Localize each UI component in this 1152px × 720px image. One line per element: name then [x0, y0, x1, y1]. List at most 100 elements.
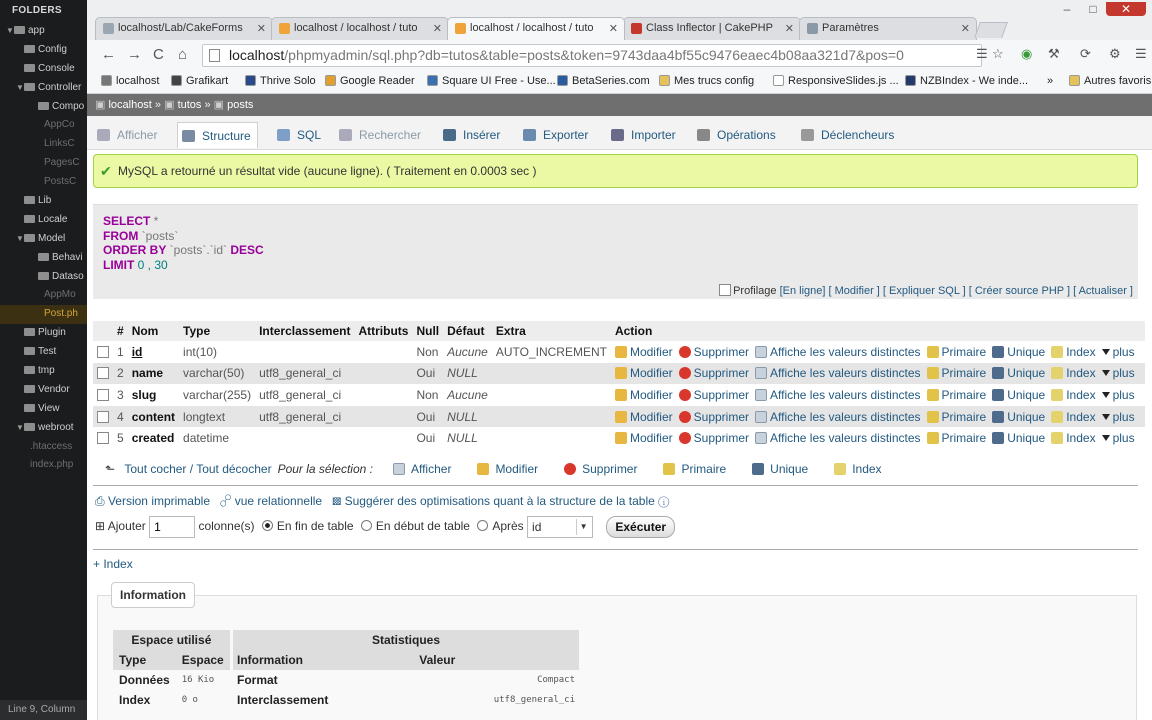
more-link[interactable]: plus — [1101, 410, 1135, 424]
tab-structure[interactable]: Structure — [177, 122, 258, 148]
unique-link[interactable]: Unique — [992, 366, 1045, 380]
inline-link[interactable]: [En ligne] — [780, 285, 826, 297]
bookmark-item[interactable]: Square UI Free - Use... — [427, 75, 556, 87]
after-radio[interactable] — [477, 520, 489, 532]
close-window-icon[interactable]: ✕ — [1106, 2, 1146, 16]
distinct-values-link[interactable]: Affiche les valeurs distinctes — [755, 410, 921, 424]
wrench-icon[interactable]: ⚒ — [1048, 46, 1060, 62]
after-column-select[interactable]: id ▼ — [527, 516, 594, 538]
bulk-primary-button[interactable]: Primaire — [663, 462, 732, 476]
tab-import[interactable]: Importer — [607, 122, 682, 148]
relational-view-link[interactable]: vue relationnelle — [235, 494, 322, 508]
unique-link[interactable]: Unique — [992, 345, 1045, 359]
index-link[interactable]: Index — [1051, 345, 1096, 359]
browser-tab[interactable]: localhost/Lab/CakeForms ✕ — [95, 17, 273, 40]
bulk-unique-button[interactable]: Unique — [752, 462, 814, 476]
primary-link[interactable]: Primaire — [926, 431, 986, 445]
modify-link[interactable]: Modifier — [614, 410, 673, 424]
star-icon[interactable]: ☆ — [992, 46, 1004, 62]
more-link[interactable]: plus — [1101, 388, 1135, 402]
maximize-icon[interactable]: □ — [1080, 2, 1106, 16]
delete-link[interactable]: Supprimer — [678, 410, 749, 424]
execute-button[interactable]: Exécuter — [606, 516, 676, 538]
sidebar-item[interactable]: ▼ app — [0, 22, 87, 41]
unique-link[interactable]: Unique — [992, 410, 1045, 424]
bookmark-item[interactable]: NZBIndex - We inde... — [905, 75, 1028, 87]
sidebar-item[interactable]: AppMo — [0, 286, 87, 305]
row-checkbox[interactable] — [97, 432, 109, 445]
tab-insert[interactable]: Insérer — [439, 122, 506, 148]
browser-tab[interactable]: Paramètres ✕ — [799, 17, 977, 40]
row-checkbox[interactable] — [97, 388, 109, 401]
delete-link[interactable]: Supprimer — [678, 345, 749, 359]
tab-triggers[interactable]: Déclencheurs — [797, 122, 900, 148]
bookmark-item[interactable]: ResponsiveSlides.js ... — [773, 75, 899, 87]
column-count-input[interactable] — [149, 516, 196, 538]
help-icon[interactable]: ⓘ — [658, 494, 669, 508]
reader-icon[interactable]: ☰ — [976, 46, 988, 62]
primary-link[interactable]: Primaire — [926, 388, 986, 402]
toggle-all-link[interactable]: Tout cocher / Tout décocher — [124, 462, 271, 476]
close-tab-icon[interactable]: ✕ — [433, 22, 442, 35]
bulk-browse-button[interactable]: Afficher — [392, 462, 457, 476]
close-tab-icon[interactable]: ✕ — [257, 22, 266, 35]
unique-link[interactable]: Unique — [992, 388, 1045, 402]
sidebar-item[interactable]: AppCo — [0, 116, 87, 135]
bulk-index-button[interactable]: Index — [834, 462, 887, 476]
profilage-checkbox[interactable] — [719, 284, 732, 296]
print-view-link[interactable]: Version imprimable — [108, 494, 210, 508]
back-icon[interactable]: ← — [101, 46, 116, 63]
index-link[interactable]: Index — [1051, 431, 1096, 445]
sidebar-item[interactable]: PagesC — [0, 154, 87, 173]
row-checkbox[interactable] — [97, 345, 109, 358]
distinct-values-link[interactable]: Affiche les valeurs distinctes — [755, 388, 921, 402]
sidebar-item[interactable]: ▶Compo — [0, 98, 87, 117]
create-php-link[interactable]: [ Créer source PHP ] — [969, 285, 1070, 297]
index-link[interactable]: Index — [1051, 388, 1096, 402]
distinct-values-link[interactable]: Affiche les valeurs distinctes — [755, 431, 921, 445]
sidebar-item[interactable]: ▶Test — [0, 343, 87, 362]
bookmark-item[interactable]: Mes trucs config — [659, 75, 754, 87]
start-of-table-radio[interactable] — [360, 520, 372, 532]
row-checkbox[interactable] — [97, 410, 109, 423]
sidebar-item[interactable]: ▶Plugin — [0, 324, 87, 343]
index-toggle-link[interactable]: + Index — [93, 557, 133, 571]
browser-tab[interactable]: Class Inflector | CakePHP ✕ — [623, 17, 801, 40]
sidebar-item[interactable]: Post.ph — [0, 305, 87, 325]
index-link[interactable]: Index — [1051, 410, 1096, 424]
end-of-table-radio[interactable] — [261, 520, 273, 532]
sidebar-item[interactable]: ▶tmp — [0, 362, 87, 381]
bookmark-item[interactable]: » — [1047, 75, 1053, 87]
explain-sql-link[interactable]: [ Expliquer SQL ] — [883, 285, 966, 297]
primary-link[interactable]: Primaire — [926, 345, 986, 359]
gear-icon[interactable]: ⚙ — [1109, 46, 1121, 62]
modify-link[interactable]: Modifier — [614, 366, 673, 380]
bookmark-item[interactable]: Autres favoris — [1069, 75, 1151, 87]
reload-icon[interactable]: C — [153, 46, 164, 63]
tab-search[interactable]: Rechercher — [335, 122, 427, 148]
close-tab-icon[interactable]: ✕ — [785, 22, 794, 35]
primary-link[interactable]: Primaire — [926, 366, 986, 380]
sidebar-item[interactable]: ▶Behavi — [0, 249, 87, 268]
edit-query-link[interactable]: [ Modifier ] — [829, 285, 880, 297]
bulk-modify-button[interactable]: Modifier — [477, 462, 544, 476]
bookmark-item[interactable]: Google Reader — [325, 75, 415, 87]
sidebar-item[interactable]: PostsC — [0, 173, 87, 192]
sidebar-item[interactable]: ▶View — [0, 400, 87, 419]
home-icon[interactable]: ⌂ — [178, 46, 187, 63]
sidebar-item[interactable]: ▶Dataso — [0, 268, 87, 287]
delete-link[interactable]: Supprimer — [678, 366, 749, 380]
sidebar-item[interactable]: ▶Config — [0, 41, 87, 60]
sidebar-item[interactable]: .htaccess — [0, 438, 87, 457]
primary-link[interactable]: Primaire — [926, 410, 986, 424]
address-bar[interactable]: localhost/phpmyadmin/sql.php?db=tutos&ta… — [202, 44, 982, 67]
bulk-delete-button[interactable]: Supprimer — [564, 462, 643, 476]
delete-link[interactable]: Supprimer — [678, 431, 749, 445]
sidebar-item[interactable]: ▶Console — [0, 60, 87, 79]
tab-sql[interactable]: SQL — [273, 122, 327, 148]
minimize-icon[interactable]: – — [1054, 2, 1080, 16]
sidebar-item[interactable]: ▶Lib — [0, 192, 87, 211]
sidebar-item[interactable]: ▼ webroot — [0, 419, 87, 438]
delete-link[interactable]: Supprimer — [678, 388, 749, 402]
modify-link[interactable]: Modifier — [614, 431, 673, 445]
